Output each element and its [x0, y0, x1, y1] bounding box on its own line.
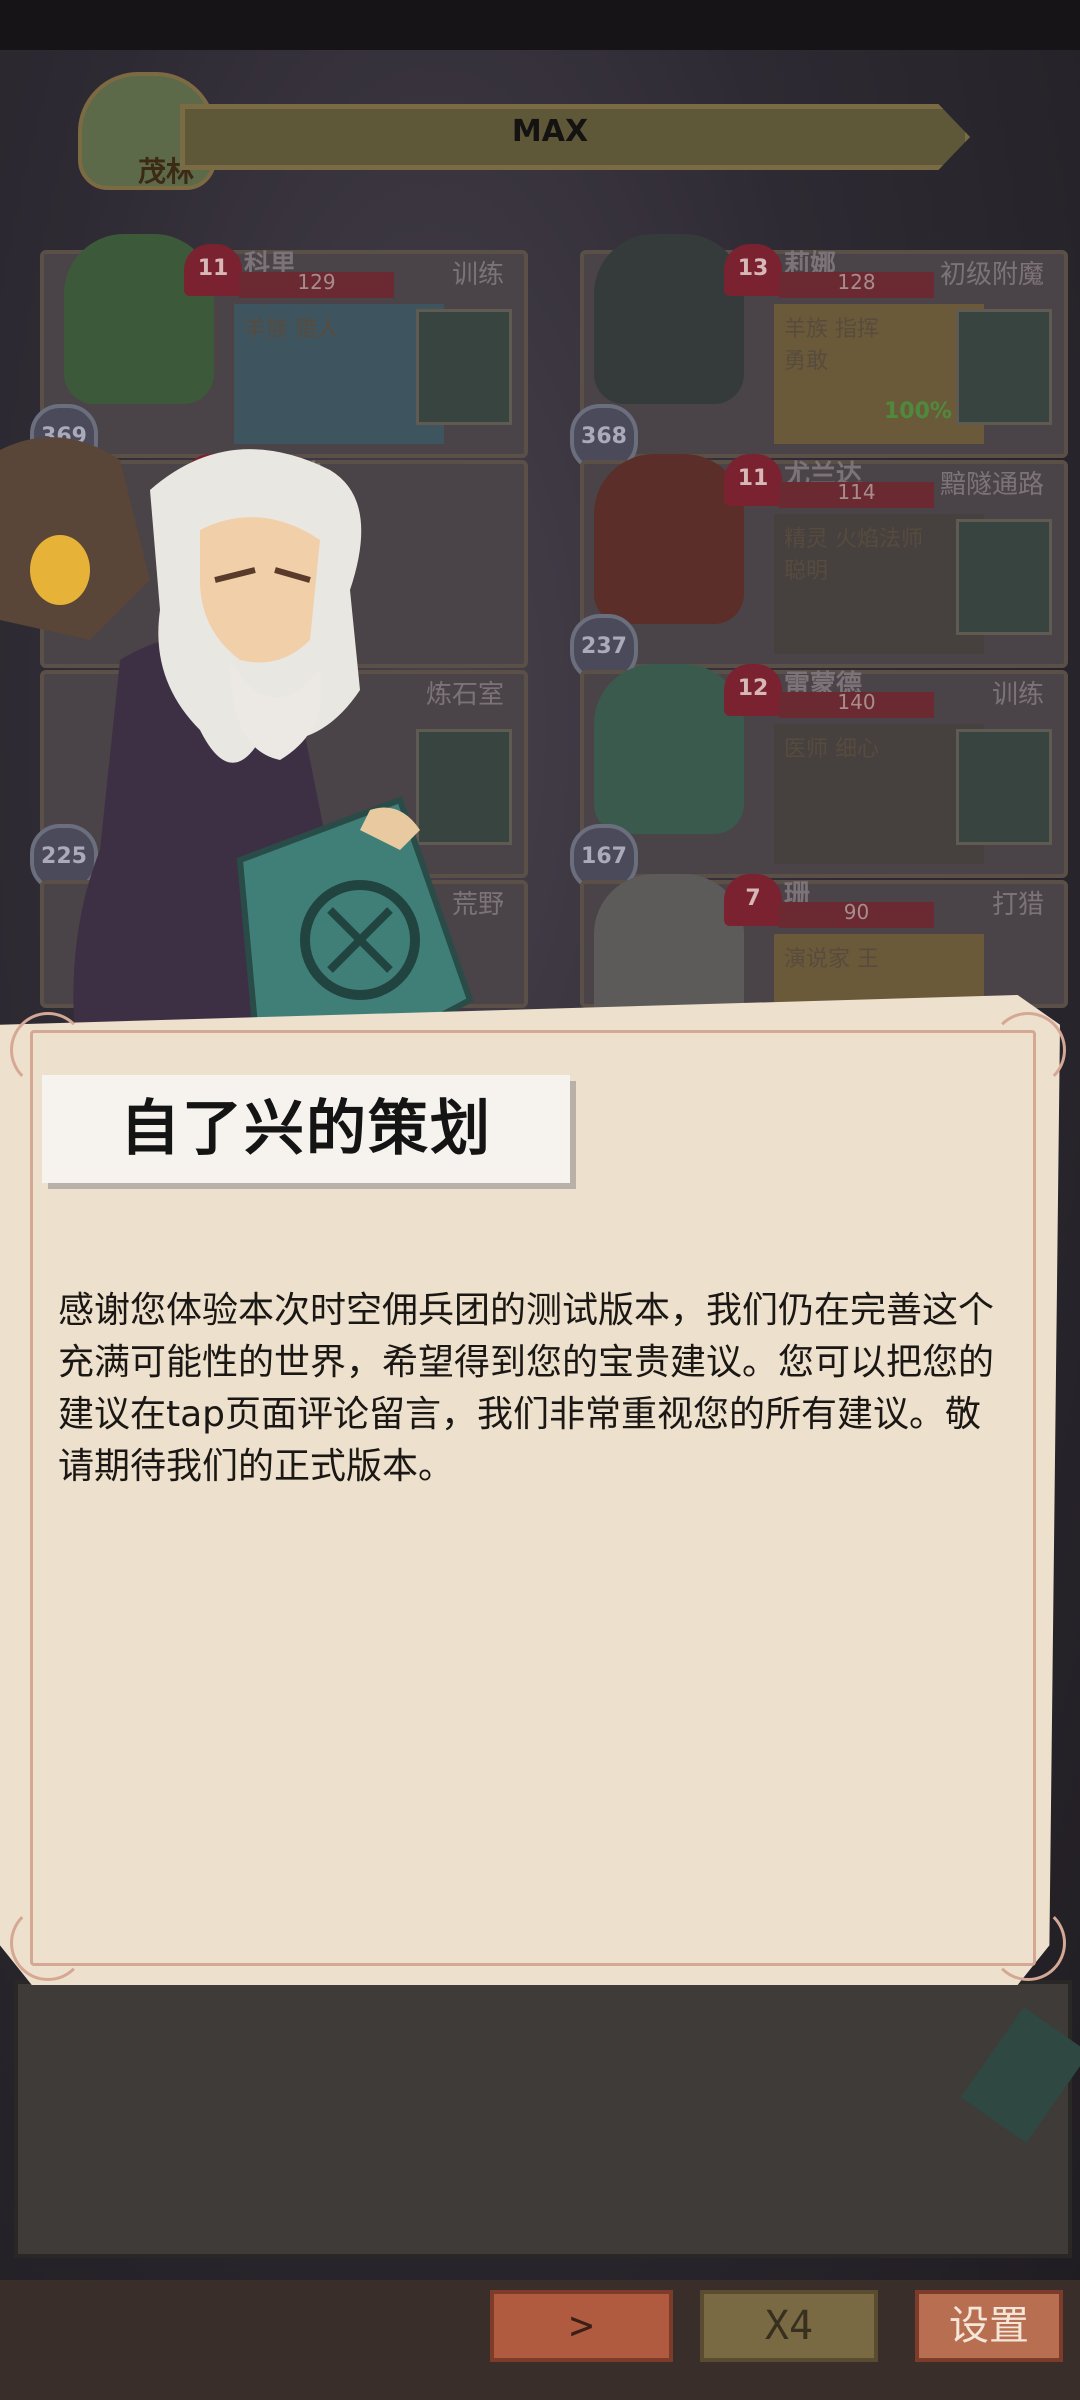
affinity-heart-icon: 12 [724, 664, 782, 716]
character-card-kori[interactable]: 11 科里 129 训练 羊族 猎人 369 [30, 234, 528, 472]
lantern-hood-icon [0, 437, 150, 640]
character-portrait [594, 454, 744, 624]
affinity-heart-icon: 13 [724, 244, 782, 296]
lantern-glow-icon [30, 535, 90, 605]
hp-value: 114 [837, 480, 876, 504]
trait-text: 医师 细心 [784, 737, 879, 762]
hp-value: 128 [837, 270, 876, 294]
wizard-character-illustration [0, 437, 474, 1080]
character-card-lina[interactable]: 13 莉娜 128 初级附魔 羊族 指挥 勇敢 100% 368 [570, 234, 1068, 472]
affinity-heart-icon: 11 [724, 454, 782, 506]
log-panel [14, 1980, 1072, 2258]
task-label: 黯隧通路 [939, 470, 1044, 500]
tunnel-icon [956, 519, 1052, 635]
enchant-icon [956, 309, 1052, 425]
status-strip [0, 0, 1080, 50]
speed-button[interactable]: X4 [700, 2290, 878, 2362]
progress-percent: 100% [884, 399, 952, 424]
trait-text: 演说家 王 [784, 947, 879, 972]
affinity-heart-icon: 7 [724, 874, 782, 926]
level-progress-text: MAX [511, 114, 589, 149]
hp-value: 140 [837, 690, 876, 714]
settings-button[interactable]: 设置 [915, 2290, 1063, 2362]
trait-text: 精灵 火焰法师 聪明 [784, 527, 923, 584]
character-portrait [594, 234, 744, 404]
corner-ornament-icon [990, 1012, 1066, 1088]
task-label: 打猎 [991, 890, 1044, 920]
training-icon [956, 729, 1052, 845]
task-label: 训练 [991, 680, 1044, 710]
character-card-yolanda[interactable]: 11 尤兰达 114 黯隧通路 精灵 火焰法师 聪明 237 [570, 454, 1068, 682]
dialog-body-text: 感谢您体验本次时空佣兵团的测试版本，我们仍在完善这个充满可能性的世界，希望得到您… [58, 1290, 995, 1487]
next-button[interactable]: > [490, 2290, 673, 2362]
task-label: 训练 [451, 260, 504, 290]
character-card-shan[interactable]: 7 珊 90 打猎 演说家 王 [580, 874, 1068, 1044]
trait-text: 羊族 猎人 [244, 317, 339, 342]
character-portrait [594, 664, 744, 834]
dialog-title: 自了兴的策划 [120, 1094, 492, 1164]
hp-value: 129 [297, 270, 336, 294]
affinity-heart-icon: 11 [184, 244, 242, 296]
corner-ornament-icon [990, 1905, 1066, 1981]
corner-ornament-icon [10, 1905, 86, 1981]
task-label: 初级附魔 [939, 260, 1044, 290]
trait-text: 羊族 指挥 勇敢 [784, 317, 879, 374]
training-icon [416, 309, 512, 425]
hp-value: 90 [843, 900, 870, 924]
character-card-raymond[interactable]: 12 雷蒙德 140 训练 医师 细心 167 [570, 664, 1068, 892]
